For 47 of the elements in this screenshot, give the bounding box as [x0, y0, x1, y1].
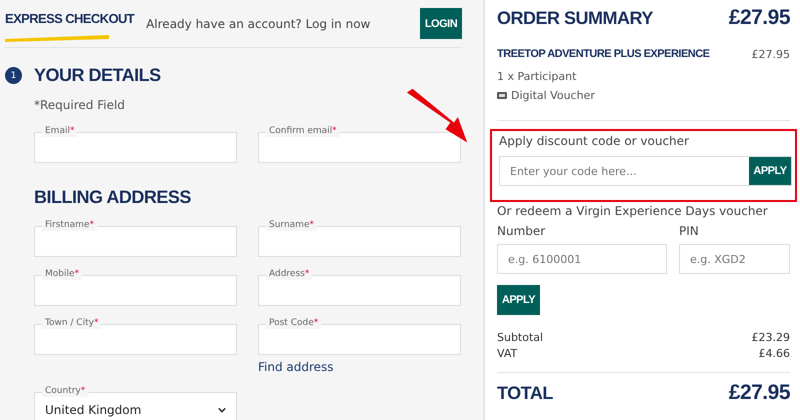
input-field[interactable]	[258, 275, 461, 306]
voucher-label: Or redeem a Virgin Experience Days voucher	[497, 204, 769, 218]
field-label: Town / City*	[42, 317, 102, 329]
section-heading: YOUR DETAILS	[34, 65, 161, 86]
quantity-text: 1 x Participant	[497, 70, 578, 83]
field-label: Email*	[42, 125, 78, 137]
field-label: Firstname*	[42, 219, 97, 231]
product-name: TREETOP ADVENTURE PLUS EXPERIENCE	[497, 48, 710, 60]
input-field[interactable]	[34, 132, 237, 163]
delivery-text: Digital Voucher	[511, 89, 595, 102]
discount-code-field[interactable]: Enter your code here... APPLY	[499, 156, 792, 186]
input-field[interactable]	[34, 275, 237, 306]
field-label: Mobile*	[42, 268, 82, 280]
total-value: £23.29	[752, 331, 790, 344]
field-label: Post Code*	[266, 317, 322, 329]
ticket-icon	[497, 92, 507, 99]
find-address-link[interactable]: Find address	[258, 360, 461, 374]
field-label: Confirm email*	[266, 125, 340, 137]
field-label: Surname*	[266, 219, 317, 231]
input-field[interactable]	[258, 226, 461, 257]
total-label: VAT	[497, 347, 518, 360]
total-heading: TOTAL	[497, 382, 553, 404]
input-field[interactable]	[258, 132, 461, 163]
product-price: £27.95	[752, 48, 790, 61]
step-number: 1	[5, 67, 22, 84]
input-field[interactable]	[258, 324, 461, 355]
summary-heading: ORDER SUMMARY	[497, 8, 653, 28]
voucher-number-field[interactable]: e.g. 6100001	[497, 244, 667, 274]
apply-button[interactable]: APPLY	[749, 157, 791, 185]
page-title: EXPRESS CHECKOUT	[5, 10, 134, 28]
section-heading: BILLING ADDRESS	[34, 187, 192, 208]
input-field[interactable]	[34, 226, 237, 257]
discount-label: Apply discount code or voucher	[499, 134, 690, 148]
summary-total: £27.95	[728, 6, 790, 30]
pin-field[interactable]: e.g. XGD2	[679, 244, 790, 274]
total-value: £4.66	[758, 347, 790, 360]
login-button[interactable]: LOGIN	[420, 8, 462, 39]
total-label: Subtotal	[497, 331, 544, 344]
account-prompt: Already have an account? Log in now	[146, 16, 372, 30]
pin-label: PIN	[679, 224, 700, 238]
field-label: Country*	[42, 385, 88, 397]
number-label: Number	[497, 224, 546, 238]
required-note: *Required Field	[34, 98, 126, 112]
apply-button[interactable]: APPLY	[497, 285, 540, 315]
chevron-icon	[218, 406, 226, 412]
field-label: Address*	[266, 268, 312, 280]
grand-total: £27.95	[728, 381, 790, 405]
